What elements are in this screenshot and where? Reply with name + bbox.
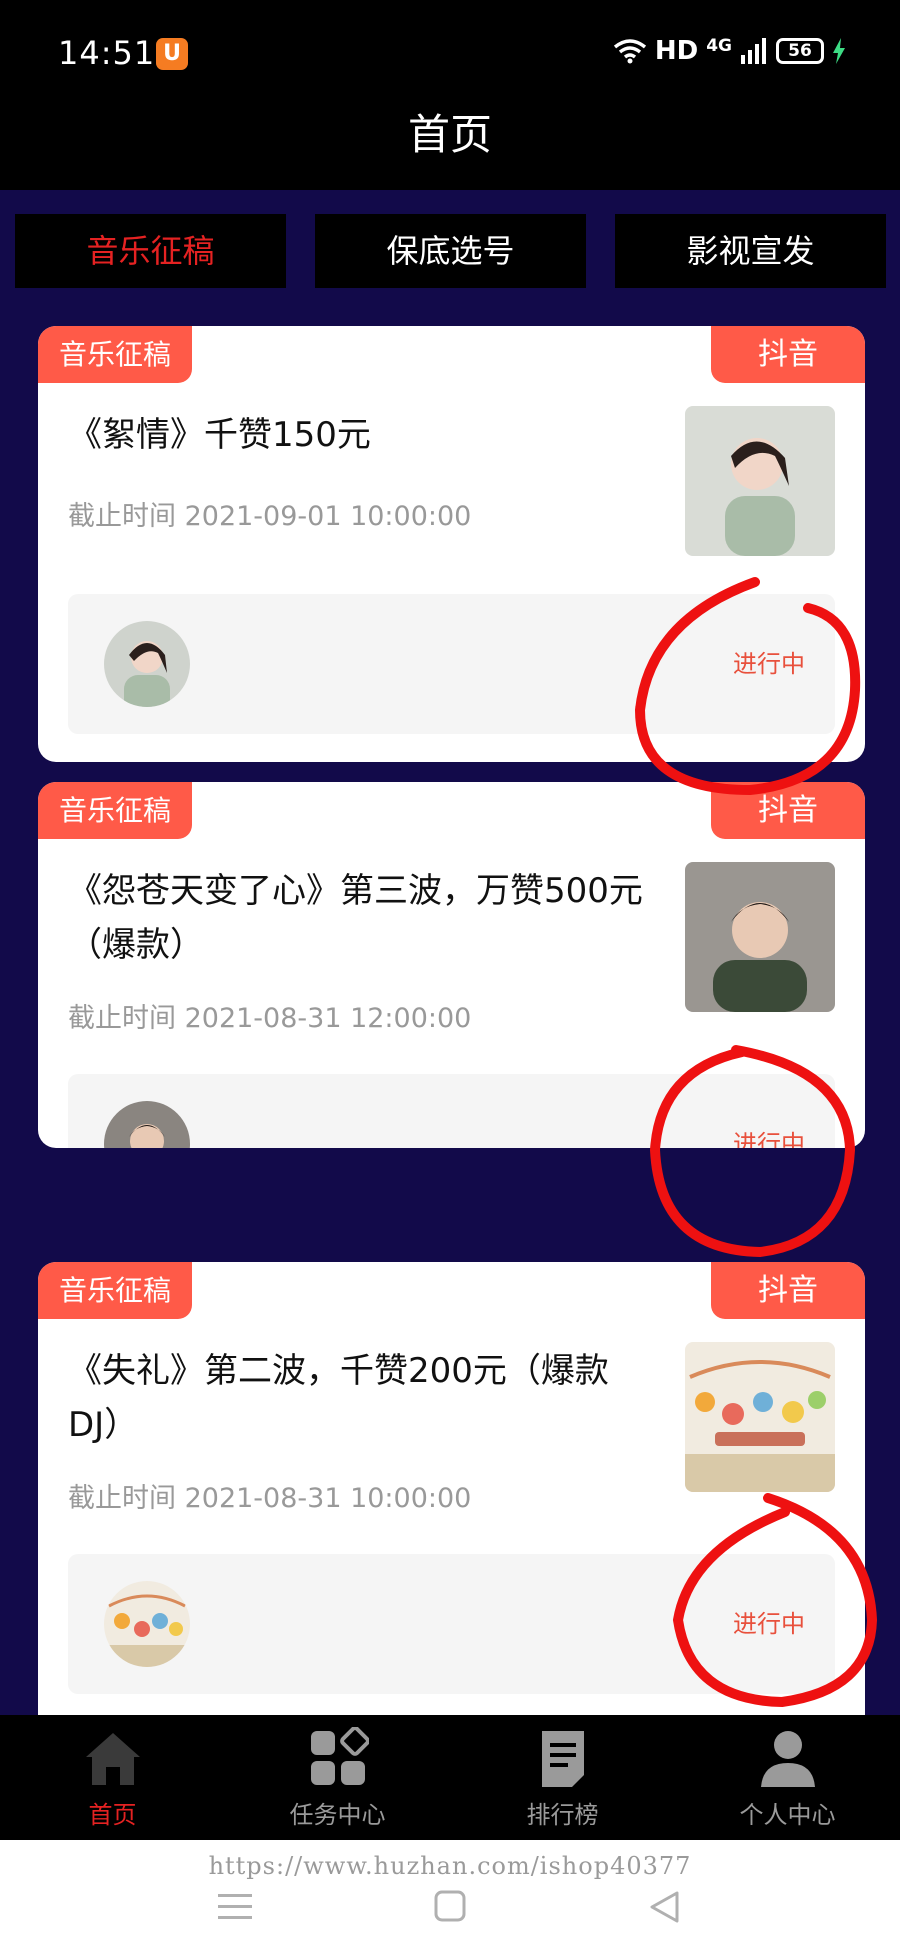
bottom-tab-bar: 首页 任务中心 排行榜 个人中心 <box>0 1715 900 1840</box>
status-indicators: HD 4G 56 <box>613 36 846 66</box>
tabbar-leaderboard[interactable]: 排行榜 <box>450 1715 675 1840</box>
avatar <box>104 1101 190 1148</box>
task-thumbnail <box>685 862 835 1012</box>
category-tabs: 音乐征稿 保底选号 影视宣发 <box>15 214 886 288</box>
platform-badge: 抖音 <box>711 326 865 383</box>
platform-badge: 抖音 <box>711 1262 865 1319</box>
task-title: 《失礼》第二波，千赞200元（爆款DJ） <box>68 1351 609 1445</box>
task-title: 《怨苍天变了心》第三波，万赞500元（爆款） <box>68 871 643 965</box>
avatar <box>104 1581 190 1667</box>
main-content: 音乐征稿 保底选号 影视宣发 音乐征稿 抖音 《絮情》千赞150元 截止时间 2… <box>0 190 900 1742</box>
category-badge: 音乐征稿 <box>38 1262 192 1319</box>
task-title: 《絮情》千赞150元 <box>68 415 371 455</box>
network-type: 4G <box>706 36 732 56</box>
task-status: 进行中 <box>733 650 805 678</box>
status-time: 14:51 <box>58 34 156 72</box>
signal-icon <box>741 38 766 64</box>
uc-browser-icon: U <box>156 38 188 70</box>
grid-icon <box>311 1727 369 1785</box>
charging-icon <box>833 38 845 64</box>
document-icon <box>542 1731 584 1787</box>
battery-indicator: 56 <box>776 38 824 64</box>
task-thumbnail <box>685 1342 835 1492</box>
task-footer: 进行中 <box>68 1554 835 1694</box>
task-status: 进行中 <box>733 1610 805 1638</box>
home-button-icon[interactable] <box>434 1890 466 1922</box>
task-thumbnail <box>685 406 835 556</box>
menu-icon[interactable] <box>218 1892 252 1922</box>
tabbar-home[interactable]: 首页 <box>0 1715 225 1840</box>
watermark-text: https://www.huzhan.com/ishop40377 <box>208 1852 692 1880</box>
person-icon <box>761 1731 815 1787</box>
task-footer: 进行中 <box>68 1074 835 1148</box>
task-deadline: 截止时间 2021-09-01 10:00:00 <box>68 501 472 532</box>
category-badge: 音乐征稿 <box>38 782 192 839</box>
task-card[interactable]: 音乐征稿 抖音 《失礼》第二波，千赞200元（爆款DJ） 截止时间 2021-0… <box>38 1262 865 1742</box>
back-icon[interactable] <box>648 1890 680 1924</box>
page-title: 首页 <box>407 110 492 159</box>
tabbar-label: 个人中心 <box>739 1801 836 1829</box>
task-deadline: 截止时间 2021-08-31 12:00:00 <box>68 1003 472 1034</box>
tabbar-label: 任务中心 <box>289 1801 386 1829</box>
tab-music-submission[interactable]: 音乐征稿 <box>15 214 286 288</box>
tab-film-promotion[interactable]: 影视宣发 <box>615 214 886 288</box>
tabbar-label: 排行榜 <box>526 1801 599 1829</box>
task-footer: 进行中 <box>68 594 835 734</box>
avatar <box>104 621 190 707</box>
category-badge: 音乐征稿 <box>38 326 192 383</box>
task-deadline: 截止时间 2021-08-31 10:00:00 <box>68 1483 472 1514</box>
task-card[interactable]: 音乐征稿 抖音 《絮情》千赞150元 截止时间 2021-09-01 10:00… <box>38 326 865 762</box>
tabbar-task-center[interactable]: 任务中心 <box>225 1715 450 1840</box>
wifi-icon <box>613 39 646 64</box>
system-nav-bar: https://www.huzhan.com/ishop40377 <box>0 1840 900 1950</box>
tabbar-profile[interactable]: 个人中心 <box>675 1715 900 1840</box>
status-bar: 14:51 U HD 4G 56 <box>0 0 900 110</box>
home-icon <box>86 1733 140 1785</box>
platform-badge: 抖音 <box>711 782 865 839</box>
tabbar-label: 首页 <box>88 1801 137 1829</box>
task-status: 进行中 <box>733 1130 805 1148</box>
task-card[interactable]: 音乐征稿 抖音 《怨苍天变了心》第三波，万赞500元（爆款） 截止时间 2021… <box>38 782 865 1148</box>
hd-indicator: HD <box>654 36 699 66</box>
tab-guaranteed-selection[interactable]: 保底选号 <box>315 214 586 288</box>
